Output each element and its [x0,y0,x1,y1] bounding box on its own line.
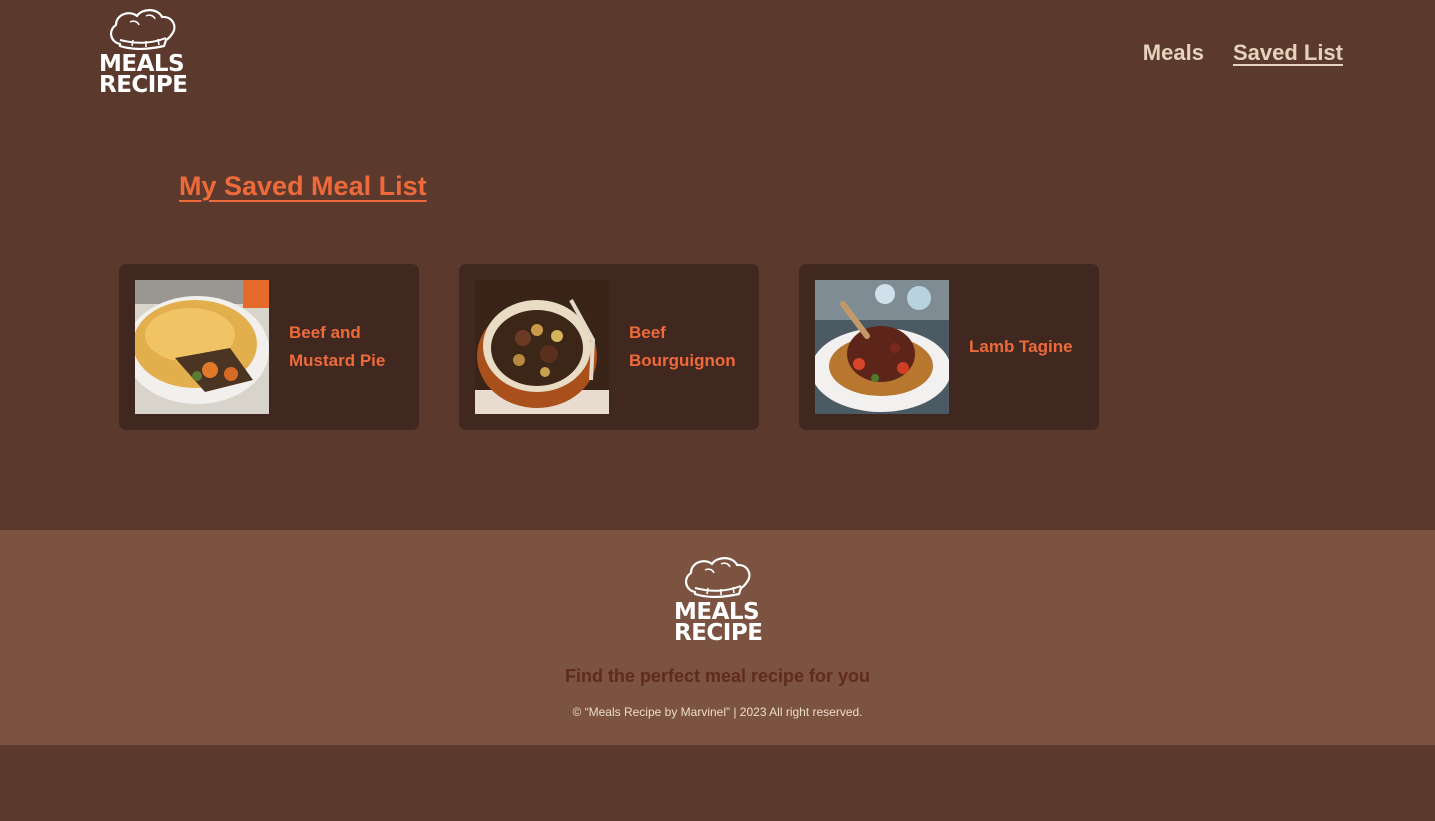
footer-tagline: Find the perfect meal recipe for you [564,666,871,686]
meal-name: Lamb Tagine [969,337,1073,356]
logo-line-2: RECIPE [674,620,763,646]
lamb-tagine-image[interactable] [815,280,949,414]
logo-line-2: RECIPE [99,72,188,98]
beef-pie-image[interactable] [135,280,269,414]
meal-name: Beef Bourguignon [629,323,736,370]
chef-hat-icon [110,9,176,50]
meal-name: Beef and Mustard Pie [289,323,386,370]
header-logo[interactable]: MEALS RECIPE [99,6,191,102]
nav-link-meals[interactable]: Meals [1143,38,1204,68]
logo-wordmark: MEALS RECIPE [99,53,188,98]
meal-card-beef-bourguignon[interactable]: Beef Bourguignon [459,264,759,430]
logo-wordmark: MEALS RECIPE [674,601,763,646]
meal-card-beef-and-mustard-pie[interactable]: Beef and Mustard Pie [119,264,419,430]
footer-logo[interactable]: MEALS RECIPE [674,554,766,650]
footer-copyright: © “Meals Recipe by Marvinel” | 2023 All … [572,705,863,719]
site-header: MEALS RECIPE Meals Saved List [0,0,1435,120]
nav-link-saved-list[interactable]: Saved List [1233,38,1343,68]
meal-card-lamb-tagine[interactable]: Lamb Tagine [799,264,1099,430]
main-nav: Meals Saved List [1143,38,1343,68]
beef-bourguignon-image[interactable] [475,280,609,414]
page-title: My Saved Meal List [179,171,427,201]
chef-hat-icon [685,557,751,598]
